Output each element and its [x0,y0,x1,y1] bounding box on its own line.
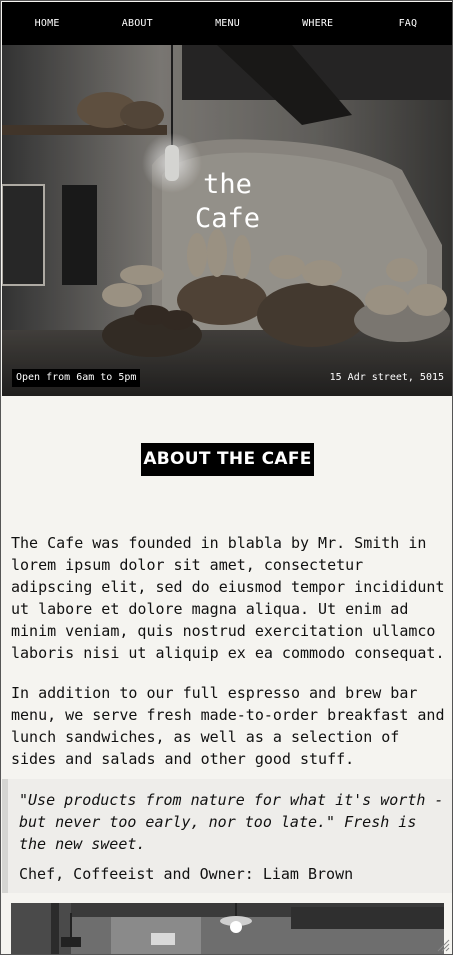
resize-grip-icon[interactable] [436,938,450,952]
hero-title-line2: Cafe [194,203,261,234]
nav-about-link[interactable]: ABOUT [92,18,182,29]
page-frame: HOME ABOUT MENU WHERE FAQ the Cafe Open … [0,0,453,955]
nav-menu-link[interactable]: MENU [182,18,272,29]
address-text: 15 Adr street, 5015 [329,372,444,383]
quote-author: Chef, Coffeeist and Owner: Liam Brown [19,865,354,883]
hero-title-line1: the [203,169,252,200]
owner-quote: "Use products from nature for what it's … [2,779,452,893]
about-paragraph-2: In addition to our full espresso and bre… [11,684,445,768]
quote-text: "Use products from nature for what it's … [19,791,444,853]
hero-section: the Cafe Open from 6am to 5pm 15 Adr str… [2,45,452,396]
nav-where-link[interactable]: WHERE [273,18,363,29]
about-paragraph-1: The Cafe was founded in blabla by Mr. Sm… [11,534,445,662]
nav-home-link[interactable]: HOME [2,18,92,29]
nav-faq-link[interactable]: FAQ [363,18,452,29]
opening-hours-badge: Open from 6am to 5pm [12,369,141,387]
about-heading: ABOUT THE CAFE [141,443,314,476]
top-navigation: HOME ABOUT MENU WHERE FAQ [2,2,452,45]
about-section: ABOUT THE CAFE The Cafe was founded in b… [2,396,452,954]
cafe-interior-photo [11,903,444,954]
